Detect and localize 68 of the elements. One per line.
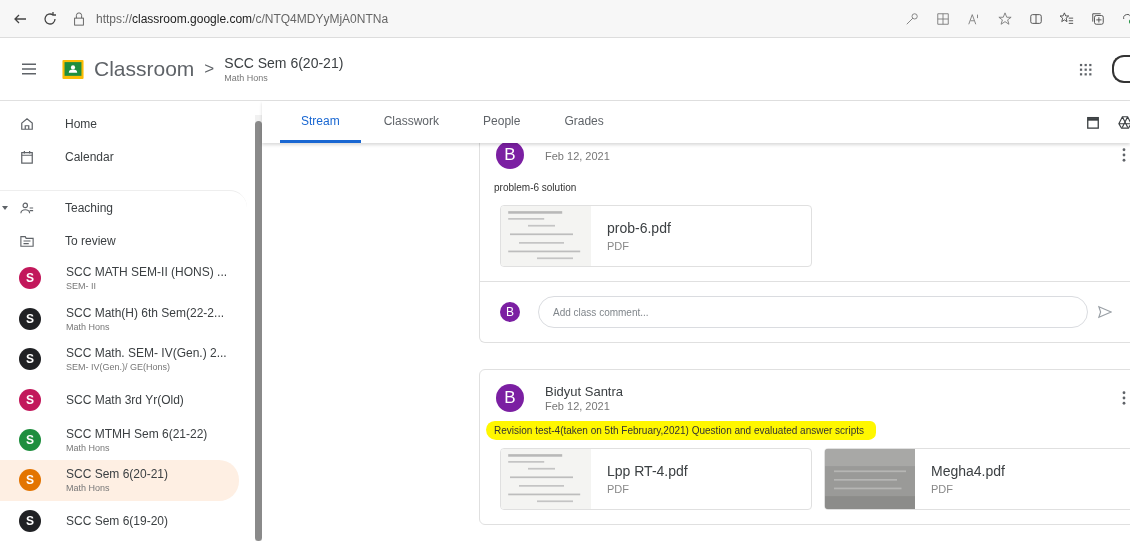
file-name: Lpp RT-4.pdf [607, 463, 688, 479]
file-type: PDF [607, 240, 630, 252]
class-item[interactable]: S SCC MATH SEM-II (HONS) ... SEM- II [0, 258, 239, 299]
address-bar[interactable]: https://classroom.google.com/c/NTQ4MDYyMjA0NTNa [96, 11, 389, 26]
class-item[interactable]: S SCC Sem 6(19-20) [0, 500, 239, 541]
favorites-icon[interactable] [1060, 11, 1074, 26]
class-avatar: S [19, 509, 41, 532]
menu-icon[interactable] [22, 63, 36, 75]
tab[interactable]: Classwork [362, 101, 461, 143]
class-avatar: S [19, 469, 41, 492]
app-name[interactable]: Classroom [94, 57, 195, 81]
tab[interactable]: Grades [543, 101, 625, 143]
post-date: Feb 12, 2021 [545, 400, 611, 412]
more-options-icon[interactable] [1122, 391, 1126, 405]
split-screen-icon[interactable] [1029, 11, 1043, 26]
scrollbar[interactable] [255, 115, 262, 541]
calendar-icon [20, 150, 34, 165]
class-avatar: S [19, 307, 41, 330]
class-item[interactable]: S SCC Math. SEM- IV(Gen.) 2... SEM- IV(Gen.)/ GE(Hons) [0, 338, 239, 380]
class-item[interactable]: S SCC Sem 6(20-21) Math Hons [0, 460, 239, 501]
class-item[interactable]: S SCC Math(H) 6th Sem(22-2... Math Hons [0, 298, 239, 339]
sidebar-item[interactable]: To review [0, 224, 247, 259]
collections-icon[interactable] [1091, 11, 1105, 26]
file-name: prob-6.pdf [607, 220, 671, 236]
sidebar-item[interactable]: Home [0, 107, 247, 141]
tab[interactable]: Stream [280, 101, 361, 143]
file-type: PDF [931, 483, 954, 495]
key-icon[interactable] [905, 11, 919, 26]
star-icon[interactable] [998, 11, 1012, 26]
class-title: SCC Sem 6(20-21) [224, 55, 344, 71]
folder-icon [20, 234, 34, 249]
home-icon [20, 116, 34, 131]
more-options-icon[interactable] [1122, 148, 1126, 162]
sidebar-item[interactable]: Teaching [0, 190, 247, 225]
tab[interactable]: People [462, 101, 542, 143]
account-avatar[interactable] [1112, 55, 1130, 83]
people-icon [20, 200, 34, 215]
file-name: Megha4.pdf [931, 463, 1005, 479]
lock-icon [72, 11, 86, 26]
drive-icon[interactable] [1118, 115, 1130, 129]
file-type: PDF [607, 483, 630, 495]
caret-icon[interactable] [2, 205, 8, 212]
attachment-card[interactable]: prob-6.pdf PDF [500, 205, 812, 267]
author-avatar: B [496, 143, 524, 169]
class-item[interactable]: S SCC MTMH Sem 6(21-22) Math Hons [0, 419, 239, 461]
class-avatar: S [19, 267, 41, 290]
author-name: Bidyut Santra [545, 384, 624, 399]
user-avatar: B [500, 302, 520, 322]
class-item[interactable]: S SCC Math 3rd Yr(Old) [0, 379, 239, 420]
class-avatar: S [19, 428, 41, 451]
apps-grid-icon[interactable] [1079, 62, 1092, 76]
reload-icon[interactable] [42, 10, 58, 27]
attachment-card[interactable]: Megha4.pdf PDF [824, 448, 1130, 510]
author-avatar: B [496, 384, 524, 412]
classroom-logo-icon[interactable] [62, 59, 84, 79]
send-icon[interactable] [1098, 305, 1112, 319]
comment-field[interactable]: Add class comment... [538, 296, 1088, 328]
post-date: Feb 12, 2021 [545, 149, 610, 162]
class-avatar: S [19, 348, 41, 371]
calendar-icon[interactable] [1086, 115, 1100, 129]
post-text: Revision test-4(taken on 5th February,2021) Question and evaluated answer scripts [486, 421, 876, 440]
breadcrumb-separator: > [204, 59, 215, 79]
post-text: problem-6 solution [493, 181, 578, 195]
read-aloud-icon[interactable] [967, 11, 981, 26]
sidebar-item[interactable]: Calendar [0, 140, 247, 175]
attachment-card[interactable]: Lpp RT-4.pdf PDF [500, 448, 812, 510]
class-subtitle: Math Hons [224, 73, 269, 83]
class-avatar: S [19, 388, 41, 411]
